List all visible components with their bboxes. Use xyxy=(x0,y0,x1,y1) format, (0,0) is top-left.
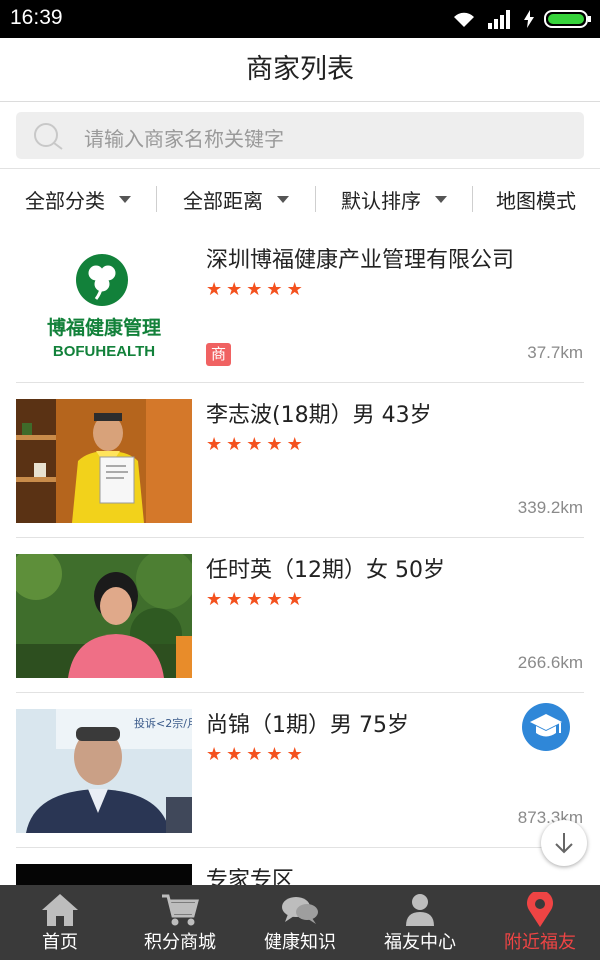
star-icon: ★ xyxy=(226,279,243,300)
list-item[interactable]: 博福健康管理 BOFUHEALTH 深圳博福健康产业管理有限公司 ★ ★ ★ ★… xyxy=(0,228,600,383)
filter-category-label: 全部分类 xyxy=(25,188,105,213)
chat-icon xyxy=(240,892,360,932)
list-item[interactable]: 任时英（12期）女 50岁 ★ ★ ★ ★ ★ 266.6km xyxy=(0,538,600,693)
filter-distance-label: 全部距离 xyxy=(183,188,263,213)
wifi-icon xyxy=(450,9,478,29)
graduation-cap-icon xyxy=(520,701,572,757)
page-title: 商家列表 xyxy=(246,54,354,85)
charging-icon xyxy=(524,10,534,28)
signal-icon xyxy=(488,9,514,29)
nav-health-knowledge-label: 健康知识 xyxy=(264,932,336,953)
member-photo xyxy=(16,399,192,523)
user-icon xyxy=(360,892,480,932)
nav-member-center[interactable]: 福友中心 xyxy=(360,885,480,960)
star-icon: ★ xyxy=(286,434,303,455)
star-icon: ★ xyxy=(246,744,263,765)
rating-stars: ★ ★ ★ ★ ★ xyxy=(206,591,303,609)
nav-points-mall-label: 积分商城 xyxy=(144,932,216,953)
member-photo xyxy=(16,554,192,678)
merchant-name: 深圳博福健康产业管理有限公司 xyxy=(206,248,515,273)
merchant-name: 任时英（12期）女 50岁 xyxy=(206,558,445,583)
filter-map-mode[interactable]: 地图模式 xyxy=(473,170,599,228)
chevron-down-icon xyxy=(119,195,131,203)
filter-distance[interactable]: 全部距离 xyxy=(157,170,315,228)
app-header: 商家列表 xyxy=(0,38,600,102)
chevron-down-icon xyxy=(435,195,447,203)
star-icon: ★ xyxy=(286,589,303,610)
merchant-list: 博福健康管理 BOFUHEALTH 深圳博福健康产业管理有限公司 ★ ★ ★ ★… xyxy=(0,228,600,960)
rating-stars: ★ ★ ★ ★ ★ xyxy=(206,746,303,764)
star-icon: ★ xyxy=(266,434,283,455)
banner-text: 投诉<2宗/月 xyxy=(134,716,192,730)
distance: 266.6km xyxy=(517,653,583,672)
filter-sort[interactable]: 默认排序 xyxy=(316,170,472,228)
filter-sort-label: 默认排序 xyxy=(341,188,421,213)
nav-home-label: 首页 xyxy=(42,932,78,953)
merchant-logo: 博福健康管理 BOFUHEALTH xyxy=(16,244,192,368)
distance: 37.7km xyxy=(527,343,583,362)
star-icon: ★ xyxy=(206,279,223,300)
star-icon: ★ xyxy=(266,589,283,610)
filter-category[interactable]: 全部分类 xyxy=(0,170,156,228)
status-icons xyxy=(450,8,592,30)
search-icon xyxy=(32,121,72,155)
search-placeholder: 请输入商家名称关键字 xyxy=(84,127,284,151)
star-icon: ★ xyxy=(206,589,223,610)
nav-nearby[interactable]: 附近福友 xyxy=(480,885,600,960)
battery-icon xyxy=(544,9,592,29)
star-icon: ★ xyxy=(226,744,243,765)
star-icon: ★ xyxy=(246,434,263,455)
star-icon: ★ xyxy=(286,744,303,765)
home-icon xyxy=(0,892,120,932)
star-icon: ★ xyxy=(226,589,243,610)
star-icon: ★ xyxy=(226,434,243,455)
nav-points-mall[interactable]: 积分商城 xyxy=(120,885,240,960)
merchant-badge: 商 xyxy=(206,343,231,366)
search-bar: 请输入商家名称关键字 xyxy=(0,103,600,169)
star-icon: ★ xyxy=(266,744,283,765)
list-item[interactable]: 李志波(18期）男 43岁 ★ ★ ★ ★ ★ 339.2km xyxy=(0,383,600,538)
star-icon: ★ xyxy=(246,279,263,300)
list-item[interactable]: 投诉<2宗/月 尚锦（1期）男 75岁 ★ ★ ★ ★ ★ 873.3km xyxy=(0,693,600,848)
merchant-name: 尚锦（1期）男 75岁 xyxy=(206,713,409,738)
scroll-down-button[interactable] xyxy=(541,820,587,866)
cart-icon xyxy=(120,892,240,932)
nav-nearby-label: 附近福友 xyxy=(504,932,576,953)
filter-map-mode-label: 地图模式 xyxy=(496,188,576,213)
filter-bar: 全部分类 全部距离 默认排序 地图模式 xyxy=(0,170,600,228)
star-icon: ★ xyxy=(286,279,303,300)
star-icon: ★ xyxy=(206,434,223,455)
logo-text-cn: 博福健康管理 xyxy=(47,316,161,339)
status-bar: 16:39 xyxy=(0,0,600,38)
bottom-nav: 首页 积分商城 健康知识 福友中心 附近福友 xyxy=(0,885,600,960)
member-photo: 投诉<2宗/月 xyxy=(16,709,192,833)
nav-health-knowledge[interactable]: 健康知识 xyxy=(240,885,360,960)
chevron-down-icon xyxy=(277,195,289,203)
arrow-down-icon xyxy=(555,833,573,854)
distance: 339.2km xyxy=(517,498,583,517)
rating-stars: ★ ★ ★ ★ ★ xyxy=(206,281,303,299)
location-pin-icon xyxy=(480,892,600,932)
rating-stars: ★ ★ ★ ★ ★ xyxy=(206,436,303,454)
search-input[interactable]: 请输入商家名称关键字 xyxy=(16,112,584,159)
star-icon: ★ xyxy=(246,589,263,610)
merchant-name: 李志波(18期）男 43岁 xyxy=(206,403,432,428)
nav-home[interactable]: 首页 xyxy=(0,885,120,960)
status-time: 16:39 xyxy=(10,6,63,29)
star-icon: ★ xyxy=(206,744,223,765)
star-icon: ★ xyxy=(266,279,283,300)
nav-member-center-label: 福友中心 xyxy=(384,932,456,953)
logo-text-en: BOFUHEALTH xyxy=(53,343,155,360)
